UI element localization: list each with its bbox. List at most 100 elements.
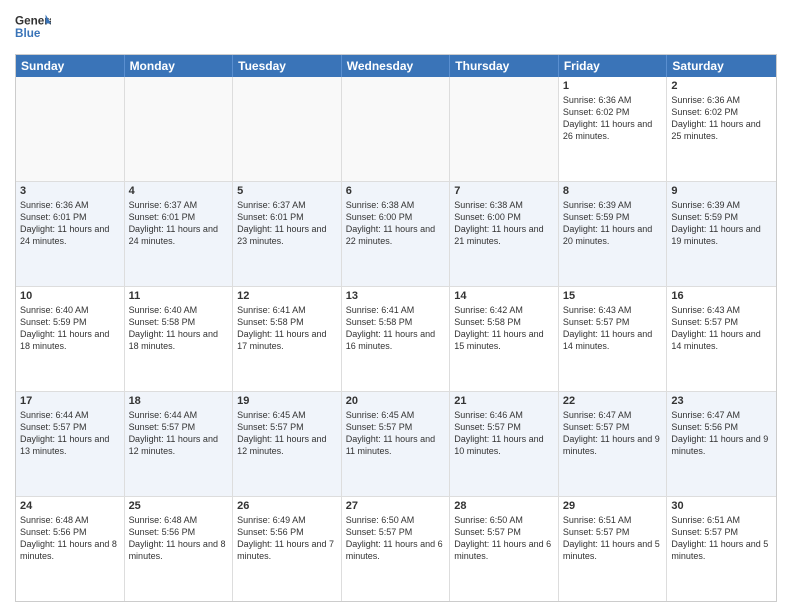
day-number: 20 (346, 395, 446, 407)
calendar-cell: 11 Sunrise: 6:40 AM Sunset: 5:58 PM Dayli… (125, 287, 234, 391)
cell-detail: Sunrise: 6:46 AM Sunset: 5:57 PM Dayligh… (454, 409, 554, 458)
cell-detail: Sunrise: 6:38 AM Sunset: 6:00 PM Dayligh… (346, 199, 446, 248)
day-number: 25 (129, 500, 229, 512)
cell-detail: Sunrise: 6:39 AM Sunset: 5:59 PM Dayligh… (671, 199, 772, 248)
calendar-cell (342, 77, 451, 181)
calendar-cell: 24Sunrise: 6:48 AM Sunset: 5:56 PM Dayli… (16, 497, 125, 601)
calendar-cell: 8 Sunrise: 6:39 AM Sunset: 5:59 PM Daylig… (559, 182, 668, 286)
calendar-header: Sunday Monday Tuesday Wednesday Thursday… (16, 55, 776, 77)
calendar-cell: 2 Sunrise: 6:36 AM Sunset: 6:02 PM Daylig… (667, 77, 776, 181)
day-number: 5 (237, 185, 337, 197)
day-number: 22 (563, 395, 663, 407)
logo-icon: General Blue (15, 10, 51, 46)
day-number: 26 (237, 500, 337, 512)
calendar-cell: 1Sunrise: 6:36 AM Sunset: 6:02 PM Daylig… (559, 77, 668, 181)
calendar-cell: 12Sunrise: 6:41 AM Sunset: 5:58 PM Dayli… (233, 287, 342, 391)
calendar-cell: 9 Sunrise: 6:39 AM Sunset: 5:59 PM Daylig… (667, 182, 776, 286)
cell-detail: Sunrise: 6:37 AM Sunset: 6:01 PM Dayligh… (129, 199, 229, 248)
calendar-row-1: 1 Sunrise: 6:36 AM Sunset: 6:02 PM Daylig… (16, 77, 776, 182)
cell-detail: Sunrise: 6:42 AM Sunset: 5:58 PM Dayligh… (454, 304, 554, 353)
day-number: 9 (671, 185, 772, 197)
header: General Blue (15, 10, 777, 46)
day-number: 8 (563, 185, 663, 197)
cell-detail: Sunrise: 6:50 AM Sunset: 5:57 PM Dayligh… (454, 514, 554, 563)
calendar-cell: 17 Sunrise: 6:44 AM Sunset: 5:57 PM Dayli… (16, 392, 125, 496)
calendar-body: 1 Sunrise: 6:36 AM Sunset: 6:02 PM Daylig… (16, 77, 776, 601)
day-number: 11 (129, 290, 229, 302)
cell-detail: Sunrise: 6:49 AM Sunset: 5:56 PM Dayligh… (237, 514, 337, 563)
cell-detail: Sunrise: 6:40 AM Sunset: 5:59 PM Dayligh… (20, 304, 120, 353)
day-number: 30 (671, 500, 772, 512)
day-number: 27 (346, 500, 446, 512)
day-number: 13 (346, 290, 446, 302)
calendar-cell: 6 Sunrise: 6:38 AM Sunset: 6:00 PM Daylig… (342, 182, 451, 286)
cell-detail: Sunrise: 6:39 AM Sunset: 5:59 PM Dayligh… (563, 199, 663, 248)
day-number: 19 (237, 395, 337, 407)
cell-detail: Sunrise: 6:41 AM Sunset: 5:58 PM Dayligh… (346, 304, 446, 353)
calendar-cell: 29 Sunrise: 6:51 AM Sunset: 5:57 PM Dayli… (559, 497, 668, 601)
day-number: 18 (129, 395, 229, 407)
cell-detail: Sunrise: 6:44 AM Sunset: 5:57 PM Dayligh… (20, 409, 120, 458)
cell-detail: Sunrise: 6:45 AM Sunset: 5:57 PM Dayligh… (237, 409, 337, 458)
cell-detail: Sunrise: 6:43 AM Sunset: 5:57 PM Dayligh… (671, 304, 772, 353)
calendar-cell: 10Sunrise: 6:40 AM Sunset: 5:59 PM Dayli… (16, 287, 125, 391)
cell-detail: Sunrise: 6:51 AM Sunset: 5:57 PM Dayligh… (671, 514, 772, 563)
cell-detail: Sunrise: 6:40 AM Sunset: 5:58 PM Dayligh… (129, 304, 229, 353)
calendar-cell: 7 Sunrise: 6:38 AM Sunset: 6:00 PM Daylig… (450, 182, 559, 286)
day-number: 15 (563, 290, 663, 302)
calendar-cell: 22 Sunrise: 6:47 AM Sunset: 5:57 PM Dayli… (559, 392, 668, 496)
day-number: 29 (563, 500, 663, 512)
calendar-cell: 16 Sunrise: 6:43 AM Sunset: 5:57 PM Dayli… (667, 287, 776, 391)
calendar-cell: 4 Sunrise: 6:37 AM Sunset: 6:01 PM Daylig… (125, 182, 234, 286)
calendar-cell: 27Sunrise: 6:50 AM Sunset: 5:57 PM Dayli… (342, 497, 451, 601)
day-number: 3 (20, 185, 120, 197)
calendar-cell: 14 Sunrise: 6:42 AM Sunset: 5:58 PM Dayli… (450, 287, 559, 391)
calendar-cell: 26 Sunrise: 6:49 AM Sunset: 5:56 PM Dayli… (233, 497, 342, 601)
cell-detail: Sunrise: 6:37 AM Sunset: 6:01 PM Dayligh… (237, 199, 337, 248)
day-number: 16 (671, 290, 772, 302)
day-number: 17 (20, 395, 120, 407)
calendar-cell: 5 Sunrise: 6:37 AM Sunset: 6:01 PM Daylig… (233, 182, 342, 286)
calendar-row-3: 10Sunrise: 6:40 AM Sunset: 5:59 PM Dayli… (16, 287, 776, 392)
calendar-cell (450, 77, 559, 181)
day-number: 21 (454, 395, 554, 407)
cell-detail: Sunrise: 6:48 AM Sunset: 5:56 PM Dayligh… (20, 514, 120, 563)
header-thursday: Thursday (450, 55, 559, 77)
calendar-cell: 13 Sunrise: 6:41 AM Sunset: 5:58 PM Dayli… (342, 287, 451, 391)
calendar-row-4: 17 Sunrise: 6:44 AM Sunset: 5:57 PM Dayli… (16, 392, 776, 497)
header-monday: Monday (125, 55, 234, 77)
calendar-cell: 19 Sunrise: 6:45 AM Sunset: 5:57 PM Dayli… (233, 392, 342, 496)
header-wednesday: Wednesday (342, 55, 451, 77)
svg-text:Blue: Blue (15, 27, 41, 40)
calendar-row-5: 24Sunrise: 6:48 AM Sunset: 5:56 PM Dayli… (16, 497, 776, 601)
day-number: 4 (129, 185, 229, 197)
calendar-cell: 28Sunrise: 6:50 AM Sunset: 5:57 PM Dayli… (450, 497, 559, 601)
calendar-cell (16, 77, 125, 181)
cell-detail: Sunrise: 6:45 AM Sunset: 5:57 PM Dayligh… (346, 409, 446, 458)
day-number: 7 (454, 185, 554, 197)
header-friday: Friday (559, 55, 668, 77)
calendar-cell: 25 Sunrise: 6:48 AM Sunset: 5:56 PM Dayli… (125, 497, 234, 601)
calendar-cell (125, 77, 234, 181)
header-sunday: Sunday (16, 55, 125, 77)
day-number: 14 (454, 290, 554, 302)
cell-detail: Sunrise: 6:36 AM Sunset: 6:01 PM Dayligh… (20, 199, 120, 248)
day-number: 1 (563, 80, 663, 92)
cell-detail: Sunrise: 6:47 AM Sunset: 5:56 PM Dayligh… (671, 409, 772, 458)
calendar-cell: 21 Sunrise: 6:46 AM Sunset: 5:57 PM Dayli… (450, 392, 559, 496)
cell-detail: Sunrise: 6:41 AM Sunset: 5:58 PM Dayligh… (237, 304, 337, 353)
cell-detail: Sunrise: 6:51 AM Sunset: 5:57 PM Dayligh… (563, 514, 663, 563)
cell-detail: Sunrise: 6:38 AM Sunset: 6:00 PM Dayligh… (454, 199, 554, 248)
calendar-cell: 3 Sunrise: 6:36 AM Sunset: 6:01 PM Daylig… (16, 182, 125, 286)
day-number: 2 (671, 80, 772, 92)
day-number: 6 (346, 185, 446, 197)
day-number: 23 (671, 395, 772, 407)
cell-detail: Sunrise: 6:44 AM Sunset: 5:57 PM Dayligh… (129, 409, 229, 458)
header-tuesday: Tuesday (233, 55, 342, 77)
cell-detail: Sunrise: 6:36 AM Sunset: 6:02 PM Dayligh… (671, 94, 772, 143)
page: General Blue Sunday Monday Tuesday Wedne… (0, 0, 792, 612)
cell-detail: Sunrise: 6:48 AM Sunset: 5:56 PM Dayligh… (129, 514, 229, 563)
cell-detail: Sunrise: 6:47 AM Sunset: 5:57 PM Dayligh… (563, 409, 663, 458)
calendar-cell: 20 Sunrise: 6:45 AM Sunset: 5:57 PM Dayli… (342, 392, 451, 496)
calendar-cell: 23 Sunrise: 6:47 AM Sunset: 5:56 PM Dayli… (667, 392, 776, 496)
